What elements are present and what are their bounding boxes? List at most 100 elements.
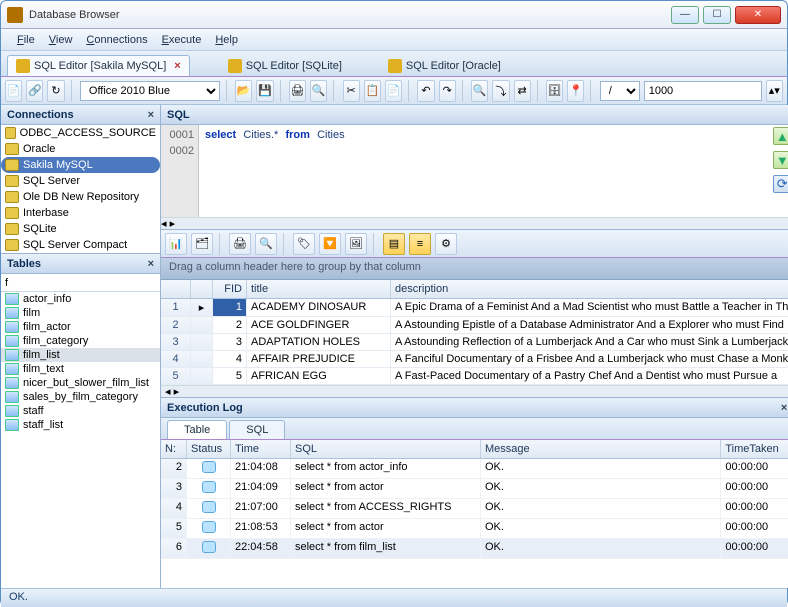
- table-item[interactable]: film: [1, 306, 160, 320]
- tool-refresh-icon[interactable]: ↻: [47, 80, 64, 102]
- menu-file[interactable]: File: [11, 32, 41, 48]
- cell-fid[interactable]: 2: [213, 317, 247, 333]
- log-col-status[interactable]: Status: [187, 440, 231, 458]
- table-item[interactable]: sales_by_film_category: [1, 390, 160, 404]
- undo-icon[interactable]: ↶: [417, 80, 434, 102]
- table-item[interactable]: staff_list: [1, 418, 160, 432]
- table-row[interactable]: 44AFFAIR PREJUDICEA Fanciful Documentary…: [161, 351, 788, 368]
- grid-scrollbar[interactable]: ◂ ▸: [161, 385, 788, 397]
- print-icon[interactable]: 🖨: [289, 80, 306, 102]
- menu-connections[interactable]: Connections: [80, 32, 153, 48]
- log-tab-table[interactable]: Table: [167, 420, 227, 439]
- tables-filter-input[interactable]: [1, 274, 160, 292]
- log-row[interactable]: 622:04:58select * from film_listOK.00:00…: [161, 539, 788, 559]
- col-fid[interactable]: FID: [213, 280, 247, 298]
- menu-execute[interactable]: Execute: [156, 32, 208, 48]
- count-stepper[interactable]: ▴▾: [766, 80, 783, 102]
- goto-icon[interactable]: 📍: [567, 80, 584, 102]
- card-view-icon[interactable]: ≡: [409, 233, 431, 255]
- log-col-message[interactable]: Message: [481, 440, 721, 458]
- log-row[interactable]: 421:07:00select * from ACCESS_RIGHTSOK.0…: [161, 499, 788, 519]
- tool-connections-icon[interactable]: 🔗: [26, 80, 43, 102]
- image-icon[interactable]: 🖼: [345, 233, 367, 255]
- table-row[interactable]: 22ACE GOLDFINGERA Astounding Epistle of …: [161, 317, 788, 334]
- filter-icon[interactable]: 🔽: [319, 233, 341, 255]
- log-col-time[interactable]: Time: [231, 440, 291, 458]
- cell-title[interactable]: AFRICAN EGG: [247, 368, 391, 384]
- col-rownum[interactable]: [161, 280, 191, 298]
- preview-icon[interactable]: 🔍: [310, 80, 327, 102]
- close-panel-icon[interactable]: ×: [148, 109, 154, 121]
- menu-help[interactable]: Help: [209, 32, 244, 48]
- connection-item[interactable]: Ole DB New Repository: [1, 189, 160, 205]
- table-item[interactable]: film_list: [1, 348, 160, 362]
- preview-grid-icon[interactable]: 🔍: [255, 233, 277, 255]
- tool-sql-icon[interactable]: 📄: [5, 80, 22, 102]
- connection-item[interactable]: SQL Server: [1, 173, 160, 189]
- close-tab-icon[interactable]: ×: [174, 60, 180, 72]
- log-col-sql[interactable]: SQL: [291, 440, 481, 458]
- group-by-hint[interactable]: Drag a column header here to group by th…: [161, 258, 788, 280]
- connection-item[interactable]: Interbase: [1, 205, 160, 221]
- grid-view-icon[interactable]: ▤: [383, 233, 405, 255]
- sql-scrollbar[interactable]: ◂ ▸: [161, 217, 788, 229]
- cell-description[interactable]: A Epic Drama of a Feminist And a Mad Sci…: [391, 299, 788, 316]
- log-col-n[interactable]: N:: [161, 440, 187, 458]
- cell-fid[interactable]: 5: [213, 368, 247, 384]
- record-count-input[interactable]: [644, 81, 762, 101]
- menu-view[interactable]: View: [43, 32, 79, 48]
- table-item[interactable]: staff: [1, 404, 160, 418]
- tag-icon[interactable]: 🏷: [293, 233, 315, 255]
- table-row[interactable]: 33ADAPTATION HOLESA Astounding Reflectio…: [161, 334, 788, 351]
- database-icon[interactable]: 🗄: [546, 80, 563, 102]
- col-description[interactable]: description: [391, 280, 788, 298]
- settings-icon[interactable]: ⚙: [435, 233, 457, 255]
- editor-tab-sakila[interactable]: SQL Editor [Sakila MySQL] ×: [7, 55, 190, 76]
- table-item[interactable]: film_text: [1, 362, 160, 376]
- copy-icon[interactable]: 📋: [364, 80, 381, 102]
- theme-select[interactable]: Office 2010 Blue: [80, 81, 220, 101]
- cell-description[interactable]: A Astounding Reflection of a Lumberjack …: [391, 334, 788, 350]
- table-row[interactable]: 55AFRICAN EGGA Fast-Paced Documentary of…: [161, 368, 788, 385]
- log-tab-sql[interactable]: SQL: [229, 420, 285, 439]
- cell-title[interactable]: AFFAIR PREJUDICE: [247, 351, 391, 367]
- maximize-button[interactable]: ☐: [703, 6, 731, 24]
- log-row[interactable]: 321:04:09select * from actorOK.00:00:00: [161, 479, 788, 499]
- log-col-timetaken[interactable]: TimeTaken: [721, 440, 788, 458]
- cell-title[interactable]: ACADEMY DINOSAUR: [247, 299, 391, 316]
- table-item[interactable]: actor_info: [1, 292, 160, 306]
- paste-icon[interactable]: 📄: [385, 80, 402, 102]
- find-icon[interactable]: 🔍: [471, 80, 488, 102]
- cut-icon[interactable]: ✂: [343, 80, 360, 102]
- refresh-icon[interactable]: ⟳: [773, 175, 788, 193]
- connection-item[interactable]: Sakila MySQL: [1, 157, 160, 173]
- cell-fid[interactable]: 4: [213, 351, 247, 367]
- cell-description[interactable]: A Fanciful Documentary of a Frisbee And …: [391, 351, 788, 367]
- sql-editor[interactable]: select Cities.* from Cities: [199, 125, 788, 217]
- cell-description[interactable]: A Fast-Paced Documentary of a Pastry Che…: [391, 368, 788, 384]
- table-item[interactable]: film_category: [1, 334, 160, 348]
- row-marker[interactable]: ▸: [191, 299, 213, 316]
- print-grid-icon[interactable]: 🖨: [229, 233, 251, 255]
- table-item[interactable]: nicer_but_slower_film_list: [1, 376, 160, 390]
- editor-tab-oracle[interactable]: SQL Editor [Oracle]: [380, 56, 509, 76]
- row-marker[interactable]: [191, 317, 213, 333]
- execute-down-icon[interactable]: ▼: [773, 151, 788, 169]
- connection-item[interactable]: SQL Server Compact: [1, 237, 160, 253]
- replace-icon[interactable]: ⇄: [514, 80, 531, 102]
- connection-item[interactable]: Oracle: [1, 141, 160, 157]
- close-button[interactable]: ✕: [735, 6, 781, 24]
- divider-select[interactable]: /: [600, 81, 640, 101]
- close-panel-icon[interactable]: ×: [781, 402, 787, 414]
- minimize-button[interactable]: —: [671, 6, 699, 24]
- connection-item[interactable]: ODBC_ACCESS_SOURCE: [1, 125, 160, 141]
- find-next-icon[interactable]: ⤵: [492, 80, 509, 102]
- col-title[interactable]: title: [247, 280, 391, 298]
- log-row[interactable]: 221:04:08select * from actor_infoOK.00:0…: [161, 459, 788, 479]
- open-icon[interactable]: 📂: [235, 80, 252, 102]
- table-row[interactable]: 1▸1ACADEMY DINOSAURA Epic Drama of a Fem…: [161, 299, 788, 317]
- cell-fid[interactable]: 1: [213, 299, 247, 316]
- editor-tab-sqlite[interactable]: SQL Editor [SQLite]: [220, 56, 350, 76]
- save-icon[interactable]: 💾: [256, 80, 273, 102]
- cell-title[interactable]: ADAPTATION HOLES: [247, 334, 391, 350]
